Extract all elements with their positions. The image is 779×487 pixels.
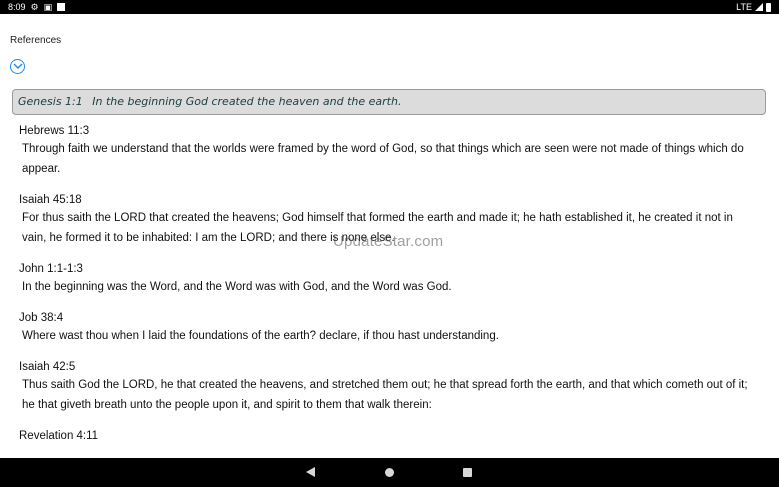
sd-card-icon [57,3,66,11]
reference-text: Through faith we understand that the wor… [22,143,744,175]
signal-icon [755,3,763,11]
main-verse-text: In the beginning God created the heaven … [92,95,402,108]
page-title: References [10,35,62,46]
chevron-down-icon [13,63,23,69]
reference-item[interactable]: Isaiah 42:5 Thus saith God the LORD, he … [19,359,759,415]
a-icon: ▣ [43,2,53,12]
status-bar: 8:09 ⚙ ▣ LTE [0,0,779,14]
reference-list: Hebrews 11:3 Through faith we understand… [19,123,759,457]
reference-item[interactable]: Hebrews 11:3 Through faith we understand… [19,123,759,179]
reference-item[interactable]: Revelation 4:11 [19,428,759,444]
reference-item[interactable]: Job 38:4 Where wast thou when I laid the… [19,310,759,346]
battery-icon [766,2,771,12]
watermark: UpdateStar.com [333,233,444,250]
reference-title: Revelation 4:11 [19,430,99,442]
status-left: 8:09 ⚙ ▣ [8,2,66,12]
status-right: LTE [736,2,771,12]
home-icon[interactable] [385,468,394,477]
reference-title: Hebrews 11:3 [19,125,90,137]
reference-title: Isaiah 45:18 [19,194,82,206]
reference-title: Isaiah 42:5 [19,361,76,373]
reference-title: John 1:1-1:3 [19,263,83,275]
recents-icon[interactable] [463,468,472,477]
reference-item[interactable]: John 1:1-1:3 In the beginning was the Wo… [19,261,759,297]
status-time: 8:09 [8,2,26,12]
gear-icon: ⚙ [30,2,39,12]
back-icon[interactable] [306,467,315,477]
navigation-bar [0,458,779,487]
main-verse[interactable]: Genesis 1:1 In the beginning God created… [12,89,766,115]
expand-button[interactable] [10,59,25,74]
reference-text: Where wast thou when I laid the foundati… [22,330,499,342]
network-label: LTE [736,2,752,12]
reference-title: Job 38:4 [19,312,64,324]
reference-text: Thus saith God the LORD, he that created… [22,379,748,411]
main-verse-reference: Genesis 1:1 [18,95,83,108]
reference-text: In the beginning was the Word, and the W… [22,281,452,293]
